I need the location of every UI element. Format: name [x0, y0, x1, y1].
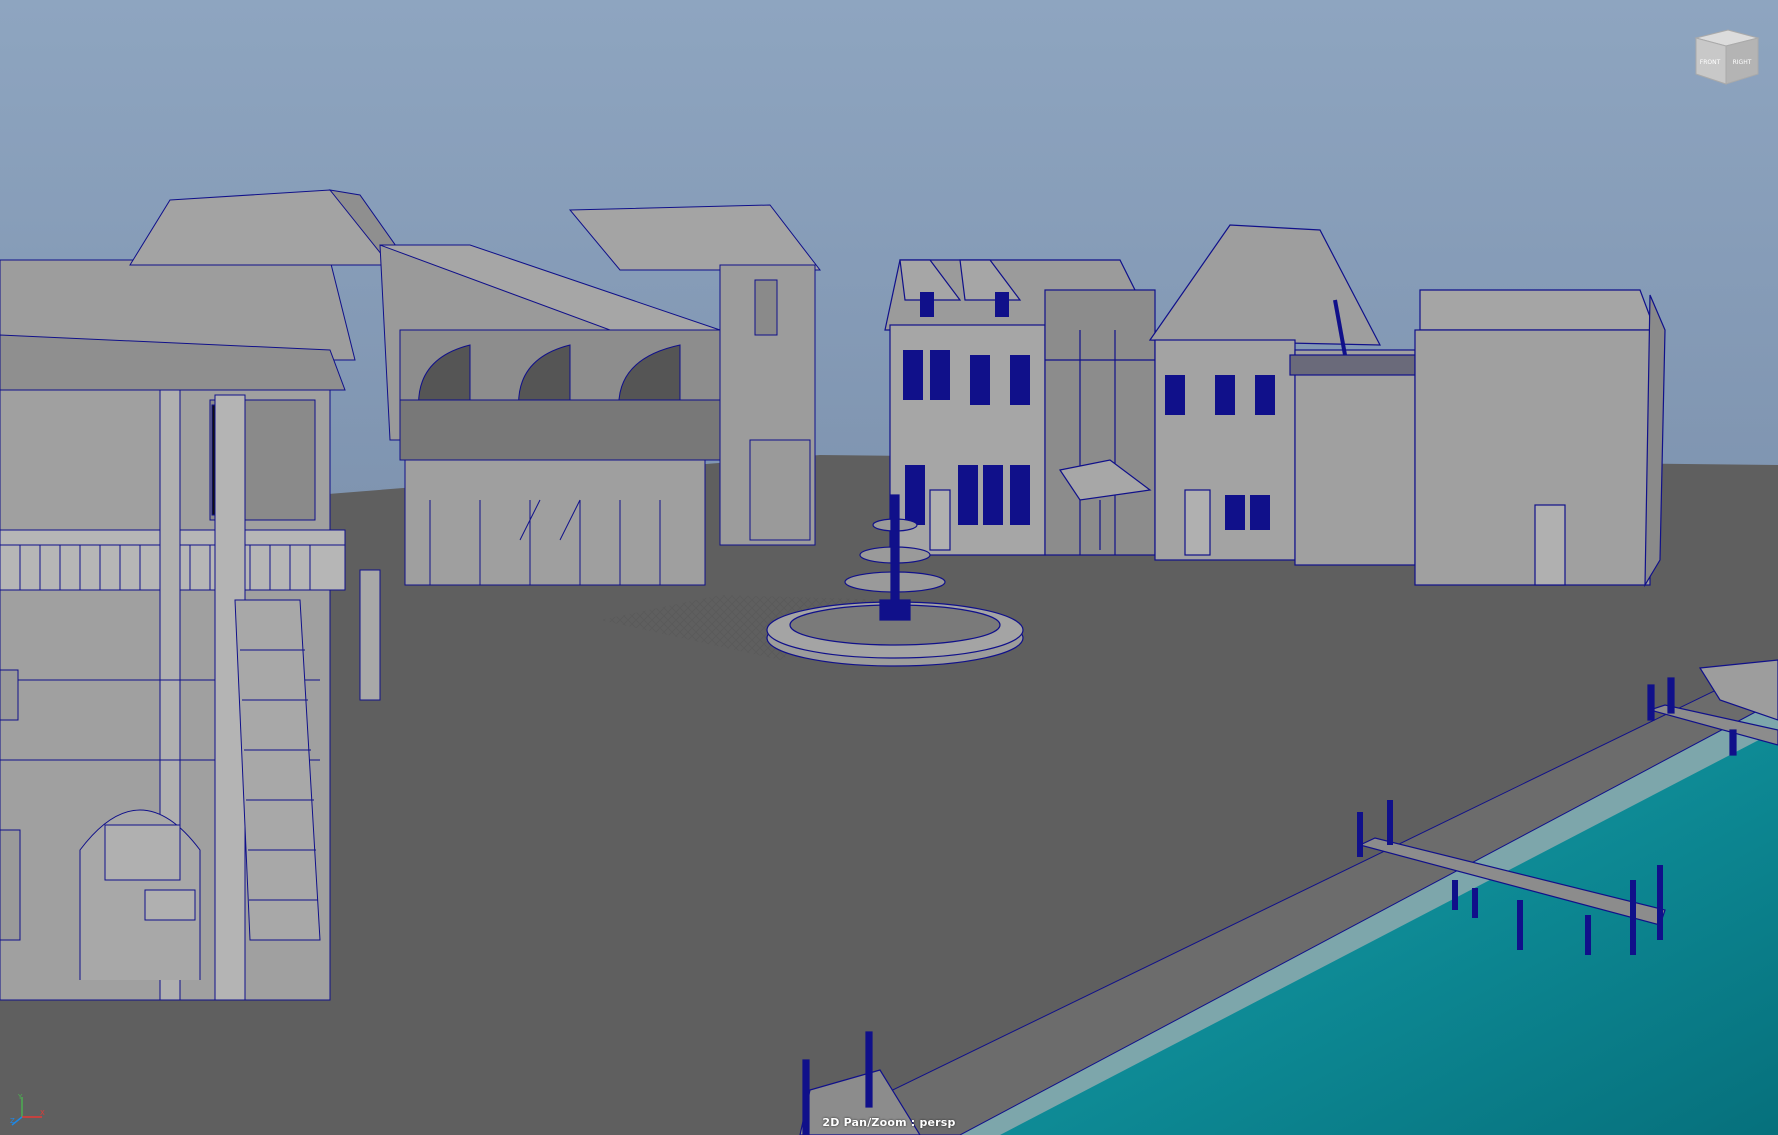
axis-gizmo: Y X Z	[10, 1091, 46, 1127]
axis-y-label: Y	[17, 1093, 23, 1101]
center-house[interactable]	[884, 259, 1156, 556]
axis-z-label: Z	[10, 1117, 15, 1125]
viewcube-right-label: RIGHT	[1733, 59, 1752, 66]
maya-perspective-viewport[interactable]: FRONT RIGHT Y X Z 2D Pan/Zoom : persp	[0, 0, 1778, 1135]
viewcube[interactable]: FRONT RIGHT	[1692, 28, 1762, 88]
scene-render[interactable]	[0, 0, 1778, 1135]
viewport-status-text: 2D Pan/Zoom : persp	[822, 1116, 956, 1129]
axis-x-label: X	[40, 1109, 45, 1117]
viewcube-front-label: FRONT	[1700, 59, 1721, 66]
